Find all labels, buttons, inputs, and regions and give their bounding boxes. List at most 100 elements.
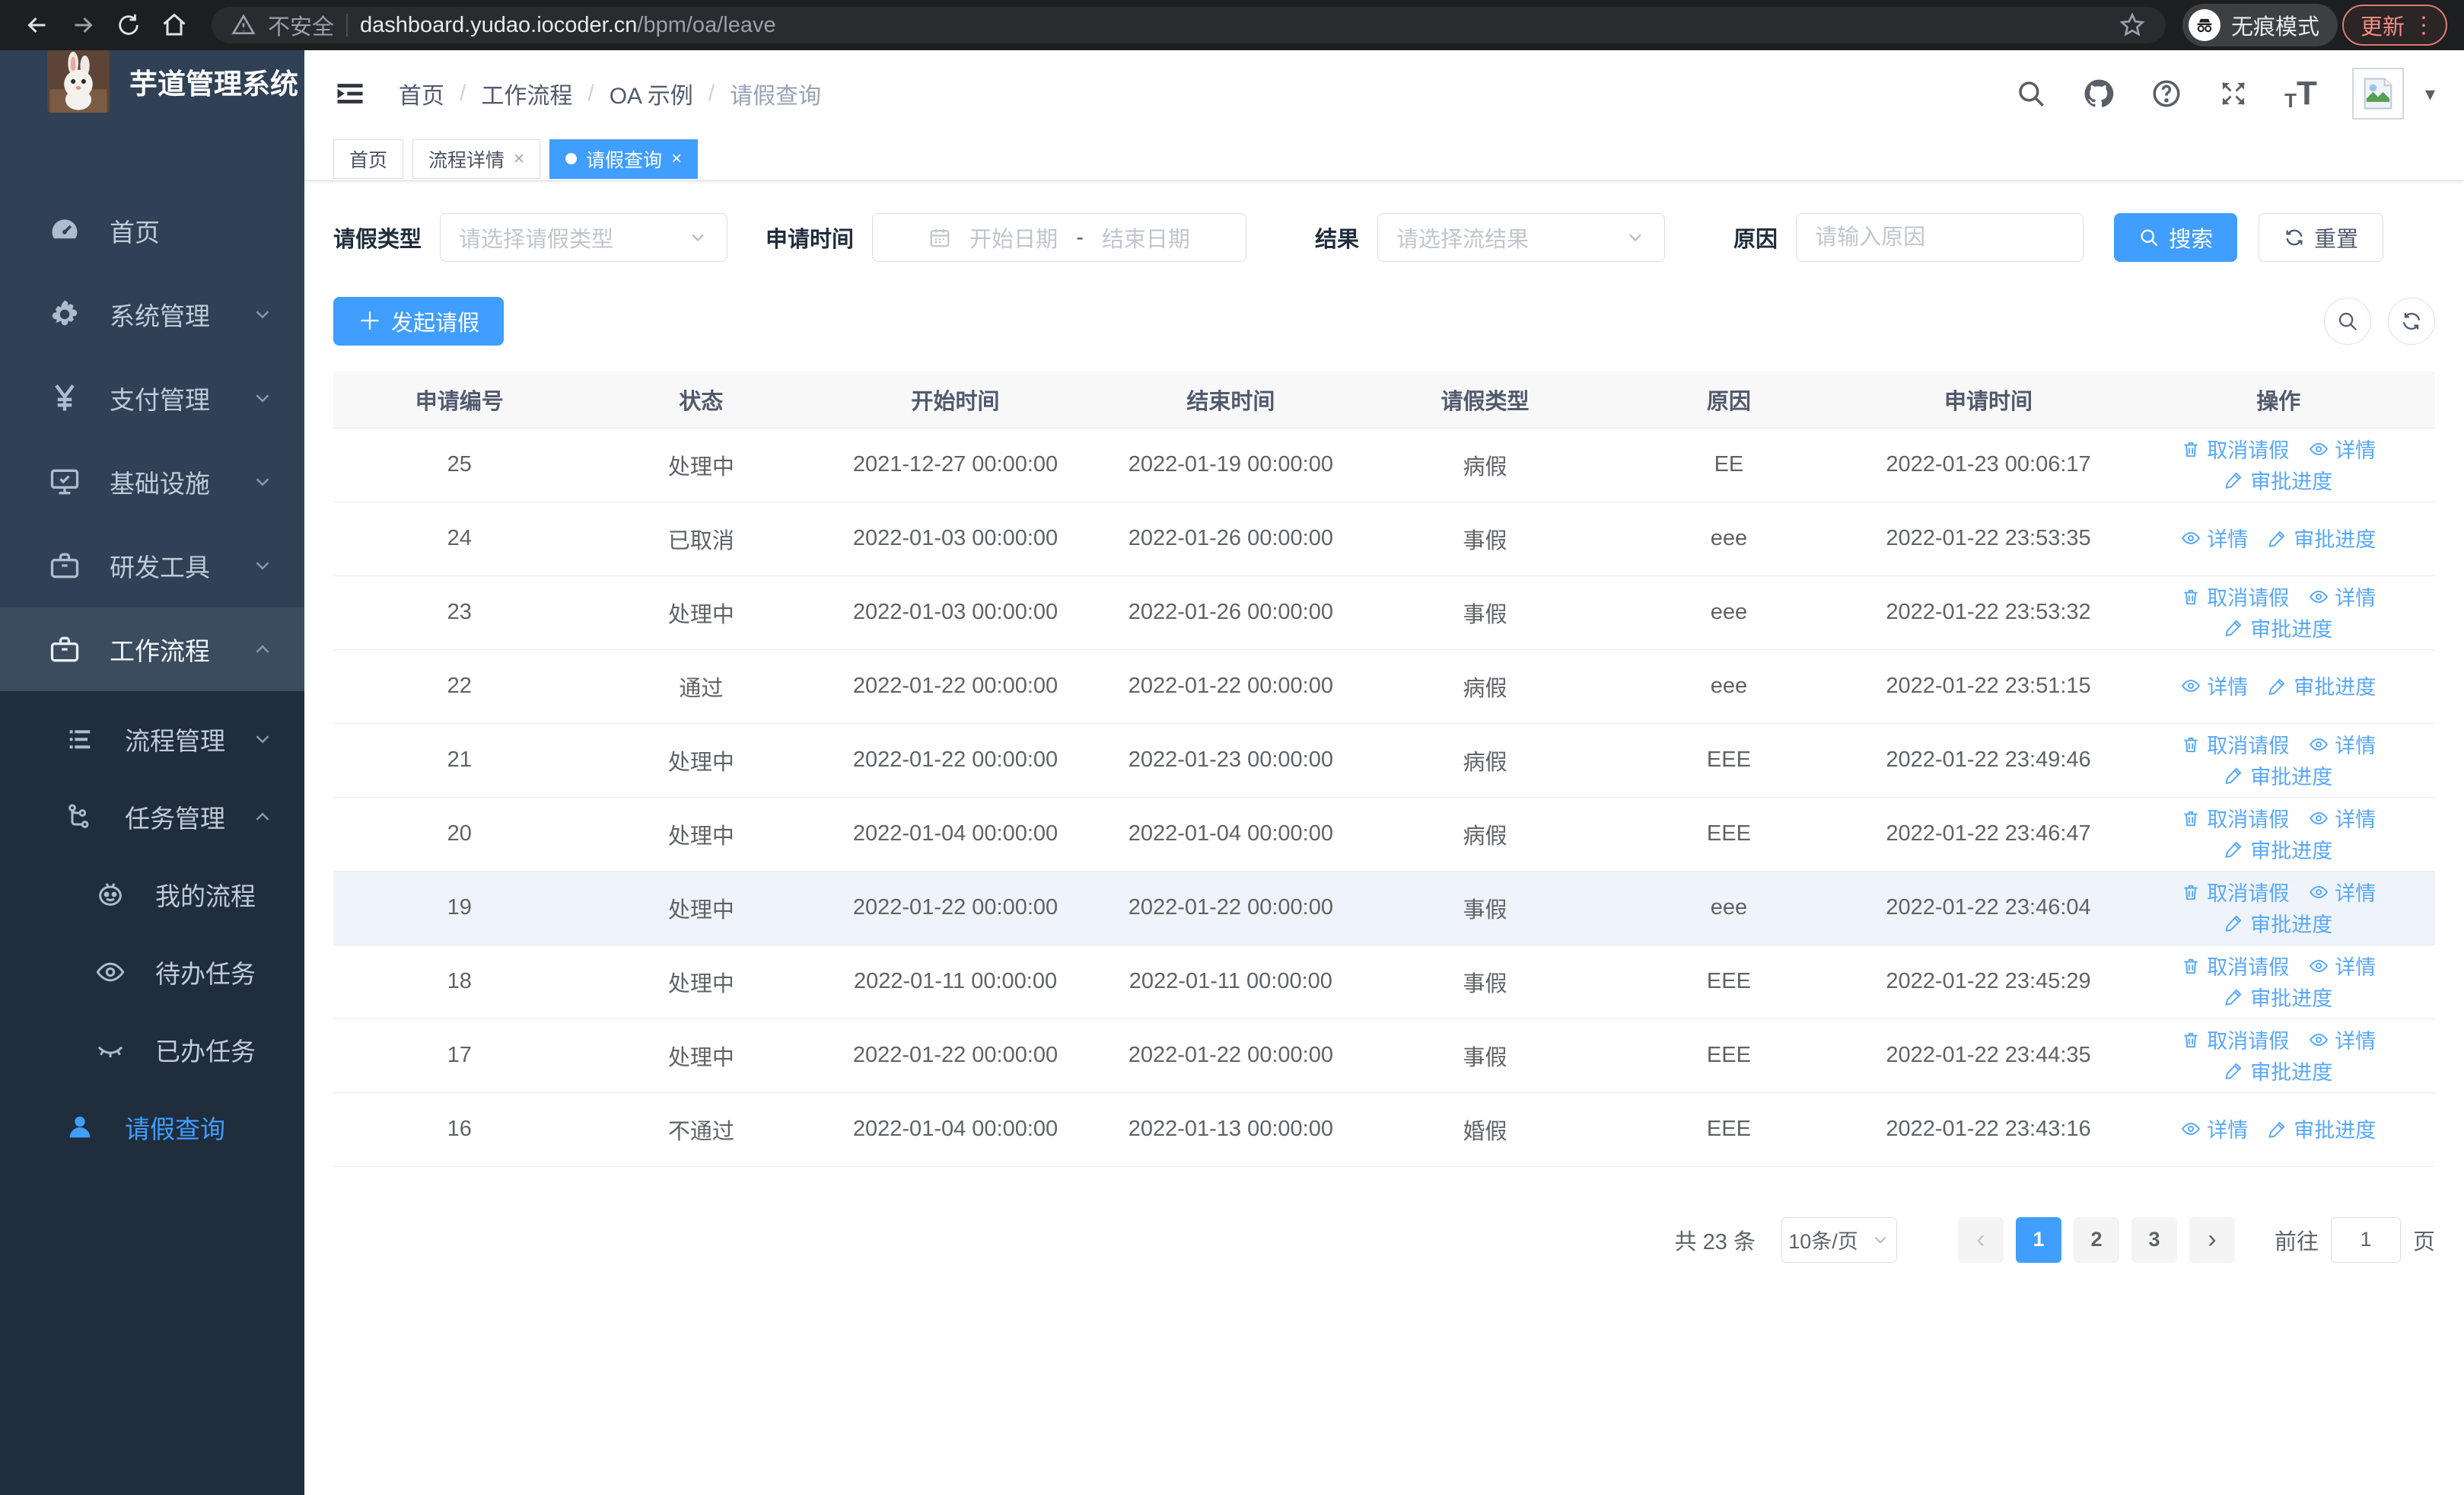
toggle-search-button[interactable]	[2324, 298, 2371, 345]
breadcrumb-workflow[interactable]: 工作流程	[481, 77, 572, 110]
approval-progress-link[interactable]: 审批进度	[2268, 1114, 2376, 1143]
approval-progress-link[interactable]: 审批进度	[2224, 465, 2332, 495]
approval-progress-link[interactable]: 审批进度	[2224, 834, 2332, 864]
col-leave-type: 请假类型	[1367, 371, 1603, 429]
active-dot	[565, 153, 578, 164]
cell-status: 处理中	[585, 797, 817, 872]
font-size-icon[interactable]: TT	[2284, 77, 2317, 111]
cell-leave-type: 事假	[1367, 575, 1603, 650]
browser-home-button[interactable]	[154, 5, 195, 46]
browser-back-button[interactable]	[17, 5, 58, 46]
reset-button[interactable]: 重置	[2259, 213, 2384, 262]
sidebar-item-payment[interactable]: 支付管理	[0, 356, 304, 440]
close-icon[interactable]: ×	[514, 148, 524, 170]
goto-page-input[interactable]	[2330, 1216, 2401, 1263]
help-icon[interactable]	[2150, 78, 2182, 110]
cancel-leave-link[interactable]: 取消请假	[2181, 951, 2289, 980]
approval-progress-link[interactable]: 审批进度	[2224, 613, 2332, 642]
page-button-1[interactable]: 1	[2015, 1216, 2061, 1263]
prev-page-button[interactable]: ‹	[1957, 1216, 2004, 1263]
detail-link[interactable]: 详情	[2309, 729, 2376, 759]
total-count: 共 23 条	[1674, 1229, 1756, 1254]
detail-link[interactable]: 详情	[2309, 877, 2376, 907]
sidebar-item-todo-tasks[interactable]: 待办任务	[0, 933, 304, 1011]
detail-link[interactable]: 详情	[2309, 1025, 2376, 1054]
github-icon[interactable]	[2082, 77, 2115, 110]
cancel-leave-link[interactable]: 取消请假	[2181, 803, 2289, 833]
detail-link[interactable]: 详情	[2309, 582, 2376, 611]
avatar-caret-icon[interactable]: ▾	[2425, 82, 2435, 106]
result-select[interactable]: 请选择流结果	[1377, 213, 1666, 262]
search-icon[interactable]	[2015, 78, 2047, 110]
sidebar-collapse-icon[interactable]	[333, 77, 367, 110]
browser-reload-button[interactable]	[108, 5, 149, 46]
sidebar-item-workflow[interactable]: 工作流程	[0, 607, 304, 691]
eye-icon	[2310, 959, 2329, 972]
cancel-leave-link[interactable]: 取消请假	[2181, 1025, 2289, 1054]
sidebar-item-label: 首页	[110, 218, 160, 247]
next-page-button[interactable]: ›	[2189, 1216, 2235, 1263]
page-button-3[interactable]: 3	[2131, 1216, 2177, 1263]
cell-apply-time: 2022-01-22 23:53:32	[1854, 575, 2122, 650]
create-leave-button[interactable]: ＋ 发起请假	[333, 297, 505, 346]
detail-link[interactable]: 详情	[2309, 951, 2376, 980]
sidebar-item-task-management[interactable]: 任务管理	[0, 778, 304, 856]
leave-type-select[interactable]: 请选择请假类型	[440, 213, 728, 262]
tab-home[interactable]: 首页	[333, 139, 404, 179]
sidebar-item-infrastructure[interactable]: 基础设施	[0, 440, 304, 524]
app-logo-row[interactable]: 芋道管理系统	[0, 50, 304, 113]
approval-progress-link[interactable]: 审批进度	[2224, 982, 2332, 1012]
search-button[interactable]: 搜索	[2114, 213, 2238, 262]
approval-progress-link[interactable]: 审批进度	[2268, 671, 2376, 700]
incognito-label: 无痕模式	[2230, 15, 2319, 40]
approval-progress-link[interactable]: 审批进度	[2224, 760, 2332, 790]
close-icon[interactable]: ×	[671, 148, 682, 170]
cell-apply-time: 2022-01-22 23:53:35	[1854, 502, 2122, 576]
detail-link[interactable]: 详情	[2181, 1114, 2248, 1143]
sidebar-item-done-tasks[interactable]: 已办任务	[0, 1011, 304, 1089]
breadcrumb-home[interactable]: 首页	[399, 77, 444, 110]
fullscreen-icon[interactable]	[2217, 78, 2249, 110]
sidebar-item-system[interactable]: 系统管理	[0, 273, 304, 356]
cancel-leave-link[interactable]: 取消请假	[2181, 877, 2289, 907]
cell-apply-id: 24	[333, 502, 586, 576]
col-apply-id: 申请编号	[333, 371, 586, 429]
page-size-select[interactable]: 10条/页	[1781, 1216, 1897, 1263]
sidebar-item-process-management[interactable]: 流程管理	[0, 700, 304, 778]
cell-reason: EEE	[1603, 797, 1855, 872]
sidebar-item-devtools[interactable]: 研发工具	[0, 524, 304, 607]
bookmark-star-icon[interactable]	[2119, 11, 2146, 39]
tab-process-detail[interactable]: 流程详情 ×	[412, 139, 541, 179]
breadcrumb-oa-example[interactable]: OA 示例	[610, 77, 693, 110]
address-bar[interactable]: 不安全 dashboard.yudao.iocoder.cn/bpm/oa/le…	[212, 7, 2166, 43]
avatar[interactable]	[2351, 68, 2404, 120]
approval-progress-link[interactable]: 审批进度	[2268, 523, 2376, 553]
date-range-picker[interactable]: 开始日期 - 结束日期	[872, 213, 1247, 262]
detail-link[interactable]: 详情	[2309, 803, 2376, 833]
sidebar-item-my-process[interactable]: 我的流程	[0, 856, 304, 933]
cell-start-time: 2022-01-22 00:00:00	[817, 1018, 1094, 1093]
sidebar-item-home[interactable]: 首页	[0, 189, 304, 273]
browser-update-button[interactable]: 更新 ⋮	[2341, 5, 2447, 46]
page-button-2[interactable]: 2	[2073, 1216, 2119, 1263]
detail-link[interactable]: 详情	[2181, 523, 2248, 553]
cell-apply-id: 22	[333, 649, 586, 724]
table-row: 23 处理中 2022-01-03 00:00:00 2022-01-26 00:00…	[333, 575, 2435, 650]
cancel-leave-link[interactable]: 取消请假	[2181, 434, 2289, 464]
sidebar-item-leave-query[interactable]: 请假查询	[0, 1089, 304, 1166]
reason-input[interactable]	[1796, 213, 2084, 262]
cell-status: 处理中	[585, 575, 817, 650]
tab-leave-query[interactable]: 请假查询 ×	[549, 139, 699, 179]
approval-progress-link[interactable]: 审批进度	[2224, 908, 2332, 938]
approval-progress-link[interactable]: 审批进度	[2224, 1056, 2332, 1085]
sidebar-item-label: 基础设施	[110, 470, 210, 498]
cancel-leave-link[interactable]: 取消请假	[2181, 582, 2289, 611]
cell-leave-type: 病假	[1367, 797, 1603, 872]
detail-link[interactable]: 详情	[2181, 671, 2248, 700]
detail-link[interactable]: 详情	[2309, 434, 2376, 464]
browser-menu-icon[interactable]: ⋮	[2412, 12, 2435, 39]
browser-forward-button[interactable]	[62, 5, 103, 46]
pen-icon	[2268, 1121, 2285, 1138]
cancel-leave-link[interactable]: 取消请假	[2181, 729, 2289, 759]
refresh-table-button[interactable]	[2388, 298, 2435, 345]
